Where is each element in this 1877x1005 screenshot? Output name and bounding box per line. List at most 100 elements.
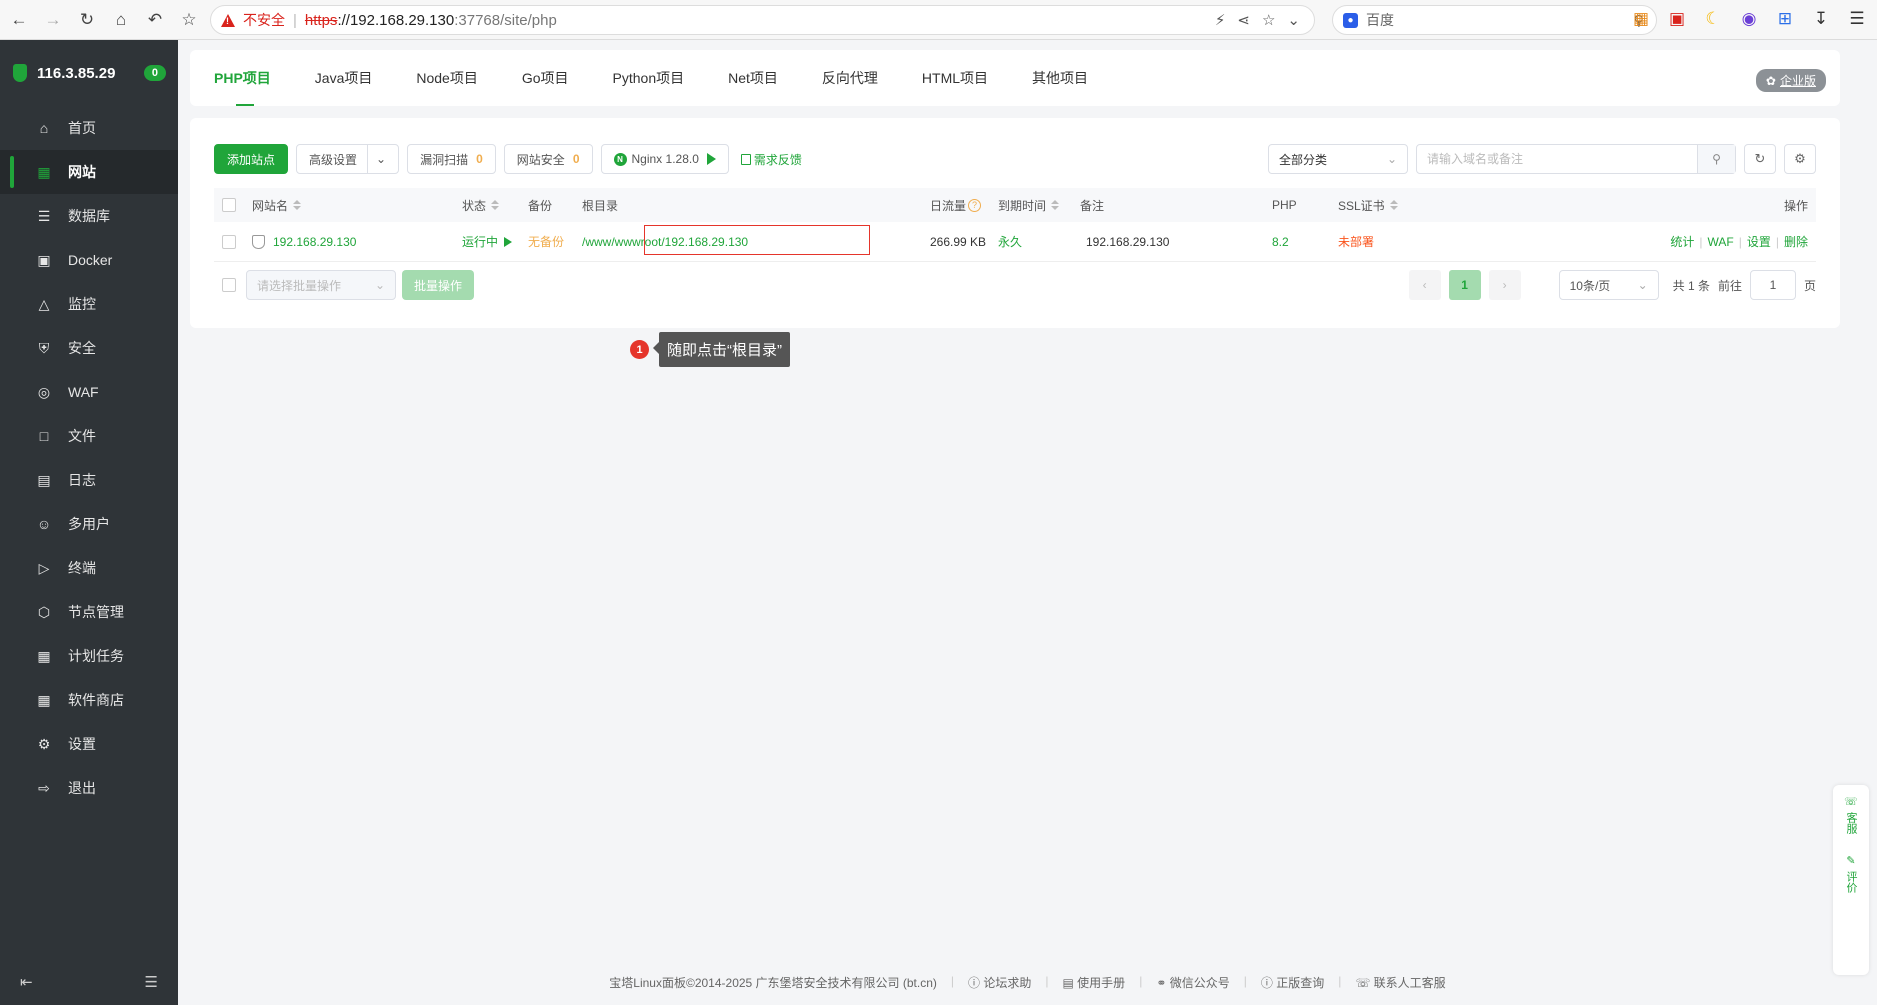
wechat-link[interactable]: ⚭ 微信公众号: [1156, 974, 1229, 991]
download-icon[interactable]: ↧: [1810, 8, 1832, 30]
header-expire[interactable]: 到期时间: [998, 197, 1060, 214]
select-all-checkbox[interactable]: [222, 198, 236, 212]
site-remark[interactable]: 192.168.29.130: [1086, 235, 1169, 249]
pdf-icon[interactable]: ▣: [1666, 8, 1688, 30]
rate-button[interactable]: ✎ 评价: [1843, 854, 1859, 893]
enterprise-button[interactable]: ✿ 企业版: [1755, 69, 1826, 92]
favorite-star-icon[interactable]: ☆: [1262, 11, 1275, 29]
tab-3[interactable]: Go项目: [522, 50, 569, 106]
tab-5[interactable]: Net项目: [728, 50, 778, 106]
tab-6[interactable]: 反向代理: [822, 50, 878, 106]
tab-2[interactable]: Node项目: [416, 50, 477, 106]
site-security-label: 网站安全: [516, 152, 565, 167]
bookmark-star-icon[interactable]: ☆: [174, 5, 204, 35]
add-site-button[interactable]: 添加站点: [214, 144, 289, 174]
site-name-link[interactable]: 192.168.29.130: [273, 235, 356, 249]
sidebar-item-11[interactable]: ⬡ 节点管理: [0, 590, 178, 634]
sidebar-item-2[interactable]: ☰ 数据库: [0, 194, 178, 238]
tab-0[interactable]: PHP项目: [214, 50, 271, 106]
site-php-version[interactable]: 8.2: [1272, 235, 1289, 249]
refresh-icon[interactable]: ↻: [1744, 144, 1776, 174]
waf-link[interactable]: WAF: [1708, 235, 1734, 249]
browser-search-box[interactable]: ● 百度 ⚲: [1332, 5, 1657, 35]
forward-icon[interactable]: →: [38, 5, 68, 35]
sort-icon[interactable]: [1389, 200, 1398, 210]
lightning-icon[interactable]: ⚡: [1215, 11, 1226, 29]
crop-icon[interactable]: ⊞: [1774, 8, 1796, 30]
robot-icon[interactable]: ◉: [1738, 8, 1760, 30]
search-icon[interactable]: ⚲: [1697, 145, 1735, 173]
chevron-down-icon[interactable]: ⌄: [1287, 11, 1300, 29]
site-ssl[interactable]: 未部署: [1338, 233, 1374, 250]
browser-menu-icon[interactable]: ☰: [1846, 8, 1868, 30]
sidebar-item-5[interactable]: ⛨ 安全: [0, 326, 178, 370]
feedback-link[interactable]: 需求反馈: [740, 151, 802, 168]
reload-icon[interactable]: ↻: [72, 5, 102, 35]
tab-4[interactable]: Python项目: [613, 50, 685, 106]
advanced-settings-button[interactable]: 高级设置 ⌄: [296, 144, 400, 174]
sidebar-item-1[interactable]: ▦ 网站: [0, 150, 178, 194]
sidebar-item-10[interactable]: ▷ 终端: [0, 546, 178, 590]
advanced-settings-label: 高级设置: [309, 152, 358, 167]
tab-1[interactable]: Java项目: [315, 50, 373, 106]
tab-8[interactable]: 其他项目: [1032, 50, 1088, 106]
moon-icon[interactable]: ☾: [1702, 8, 1724, 30]
sidebar-item-4[interactable]: △ 监控: [0, 282, 178, 326]
header-ssl[interactable]: SSL证书: [1338, 197, 1398, 214]
gear-icon[interactable]: ⚙: [1784, 144, 1816, 174]
back-icon[interactable]: ←: [4, 5, 34, 35]
nginx-button[interactable]: N Nginx 1.28.0: [600, 144, 729, 174]
tab-7[interactable]: HTML项目: [922, 50, 988, 106]
site-expire[interactable]: 永久: [998, 233, 1022, 250]
share-icon[interactable]: ⋖: [1237, 11, 1250, 29]
delete-link[interactable]: 删除: [1784, 233, 1808, 250]
server-badge[interactable]: 0: [143, 65, 166, 81]
batch-operation-button[interactable]: 批量操作: [402, 270, 475, 300]
batch-operation-select[interactable]: 请选择批量操作 ⌄: [246, 270, 396, 300]
page-current[interactable]: 1: [1448, 270, 1481, 300]
site-status[interactable]: 运行中: [462, 233, 513, 250]
sidebar-item-0[interactable]: ⌂ 首页: [0, 106, 178, 150]
forum-link[interactable]: ⓘ 论坛求助: [968, 974, 1031, 991]
sidebar-item-14[interactable]: ⚙ 设置: [0, 722, 178, 766]
address-bar[interactable]: 不安全 | https ://192.168.29.130 :37768/sit…: [210, 5, 1315, 35]
customer-service-button[interactable]: ☏ 客服: [1843, 795, 1859, 834]
goto-page-input[interactable]: 1: [1749, 270, 1796, 300]
manual-link[interactable]: ▤ 使用手册: [1063, 974, 1126, 991]
sidebar-item-12[interactable]: ▦ 计划任务: [0, 634, 178, 678]
sidebar-item-15[interactable]: ⇨ 退出: [0, 766, 178, 810]
genuine-link[interactable]: ⓘ 正版查询: [1261, 974, 1324, 991]
list-icon[interactable]: ☰: [145, 973, 158, 991]
prev-page-icon[interactable]: ‹: [1408, 270, 1441, 300]
sidebar-item-7[interactable]: □ 文件: [0, 414, 178, 458]
sidebar-item-13[interactable]: ▦ 软件商店: [0, 678, 178, 722]
sort-icon[interactable]: [491, 200, 500, 210]
sort-icon[interactable]: [1051, 200, 1060, 210]
home-page-icon[interactable]: ⌂: [106, 5, 136, 35]
sidebar-item-9[interactable]: ☺ 多用户: [0, 502, 178, 546]
batch-checkbox[interactable]: [222, 278, 236, 292]
sort-icon[interactable]: [293, 200, 302, 210]
next-page-icon[interactable]: ›: [1488, 270, 1521, 300]
sidebar-item-3[interactable]: ▣ Docker: [0, 238, 178, 282]
header-status[interactable]: 状态: [462, 197, 500, 214]
site-search-input[interactable]: [1417, 145, 1697, 173]
human-service-link[interactable]: ☏ 联系人工客服: [1355, 974, 1445, 991]
collapse-icon[interactable]: ⇤: [20, 973, 33, 991]
waf-shield-icon[interactable]: [252, 234, 265, 249]
row-checkbox[interactable]: [222, 234, 236, 249]
sidebar-item-6[interactable]: ◎ WAF: [0, 370, 178, 414]
apps-grid-icon[interactable]: ▦: [1630, 8, 1652, 30]
site-security-button[interactable]: 网站安全 0: [503, 144, 593, 174]
help-icon[interactable]: ?: [968, 198, 982, 212]
header-name[interactable]: 网站名: [252, 197, 302, 214]
vuln-scan-button[interactable]: 漏洞扫描 0: [407, 144, 496, 174]
sidebar-item-8[interactable]: ▤ 日志: [0, 458, 178, 502]
stats-link[interactable]: 统计: [1670, 233, 1694, 250]
site-backup[interactable]: 无备份: [528, 233, 564, 250]
chevron-down-icon[interactable]: ⌄: [367, 145, 386, 173]
settings-link[interactable]: 设置: [1747, 233, 1771, 250]
page-size-select[interactable]: 10条/页 ⌄: [1558, 270, 1659, 300]
undo-icon[interactable]: ↶: [140, 5, 170, 35]
category-select[interactable]: 全部分类 ⌄: [1268, 144, 1408, 174]
